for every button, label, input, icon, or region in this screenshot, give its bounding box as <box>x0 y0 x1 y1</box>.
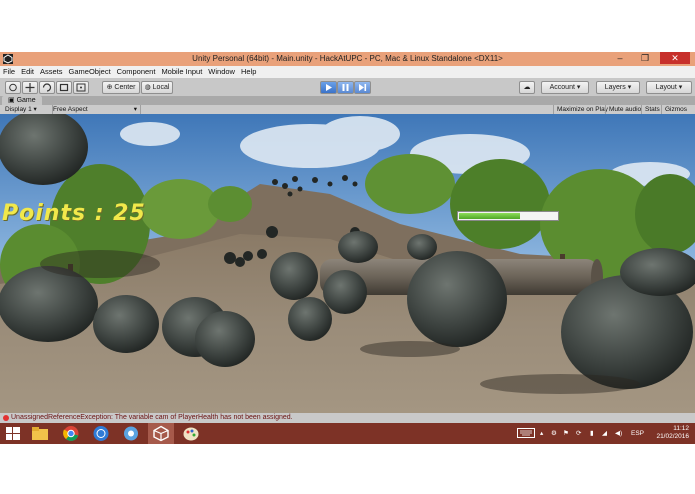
health-bar <box>457 211 559 221</box>
menu-edit[interactable]: Edit <box>18 66 37 78</box>
aspect-dropdown[interactable]: Free Aspect ▾ <box>50 105 141 114</box>
play-icon <box>326 84 332 91</box>
show-hidden-icons[interactable]: ▴ <box>540 429 543 438</box>
pivot-center-button[interactable]: ⊕ Center <box>102 81 140 94</box>
network-icon[interactable]: ◢ <box>602 429 607 438</box>
unity-window: Unity Personal (64bit) - Main.unity - Ha… <box>0 52 695 444</box>
gizmos-label: Gizmos <box>665 106 688 113</box>
close-button[interactable]: ✕ <box>660 52 690 64</box>
account-dropdown[interactable]: Account ▾ <box>541 81 589 94</box>
panel-tab-bar: ▣ Game <box>0 96 695 105</box>
maximize-button[interactable]: ❐ <box>634 52 656 64</box>
update-tray-icon[interactable]: ⟳ <box>576 429 581 438</box>
chevron-down-icon: ▾ <box>627 84 632 91</box>
hand-tool-button[interactable] <box>5 81 21 94</box>
layers-dropdown[interactable]: Layers ▾ <box>596 81 640 94</box>
globe-icon: ◍ <box>144 84 151 91</box>
pivot-icon: ⊕ <box>106 84 113 91</box>
rotate-tool-button[interactable] <box>39 81 55 94</box>
layers-label: Layers <box>604 84 626 91</box>
unity-icon[interactable] <box>152 425 170 442</box>
aspect-label: Free Aspect <box>53 106 88 113</box>
toolbar: ⊕ Center ◍ Local ☁ Account ▾ Layers ▾ La… <box>0 78 695 97</box>
console-status-bar[interactable]: UnassignedReferenceException: The variab… <box>0 413 695 423</box>
chevron-down-icon: ▾ <box>33 106 37 113</box>
move-icon <box>25 83 35 92</box>
taskbar-clock[interactable]: 11:12 21/02/2016 <box>656 425 689 441</box>
chevron-down-icon: ▾ <box>576 84 581 91</box>
status-message: UnassignedReferenceException: The variab… <box>11 414 293 421</box>
error-icon <box>3 415 9 421</box>
network-app-icon[interactable] <box>92 425 110 442</box>
battery-icon[interactable]: ▮ <box>590 429 594 438</box>
menu-mobile-input[interactable]: Mobile Input <box>158 66 205 78</box>
pivot-center-label: Center <box>114 84 136 91</box>
menu-file[interactable]: File <box>0 66 18 78</box>
language-indicator[interactable]: ESP <box>631 429 644 438</box>
keyboard-icon[interactable] <box>517 428 535 438</box>
chrome-icon[interactable] <box>62 425 80 442</box>
cloud-icon: ☁ <box>523 84 531 91</box>
play-button[interactable] <box>320 81 337 94</box>
windows-start-icon[interactable] <box>4 425 22 442</box>
game-scene <box>0 114 695 413</box>
pause-button[interactable] <box>337 81 354 94</box>
layout-label: Layout <box>655 84 677 91</box>
rect-tool-button[interactable] <box>73 81 89 94</box>
points-counter: Points : 25 <box>2 201 146 226</box>
step-icon <box>359 84 367 91</box>
rotate-icon <box>42 83 52 92</box>
maximize-on-play-toggle[interactable]: Maximize on Play <box>553 105 611 114</box>
clock-date: 21/02/2016 <box>656 433 689 440</box>
scale-icon <box>59 83 69 92</box>
tab-game[interactable]: ▣ Game <box>2 96 42 105</box>
volume-icon[interactable]: ◀) <box>615 429 622 438</box>
display-dropdown[interactable]: Display 1 ▾ <box>2 105 53 114</box>
stats-toggle[interactable]: Stats <box>641 105 663 114</box>
rect-transform-icon <box>76 83 86 92</box>
app-icon[interactable] <box>122 425 140 442</box>
step-button[interactable] <box>354 81 371 94</box>
menu-window[interactable]: Window <box>205 66 238 78</box>
menu-bar: File Edit Assets GameObject Component Mobile … <box>0 66 695 78</box>
file-explorer-icon[interactable] <box>31 425 49 442</box>
window-title: Unity Personal (64bit) - Main.unity - Ha… <box>192 54 503 63</box>
scale-tool-button[interactable] <box>56 81 72 94</box>
chevron-down-icon: ▾ <box>133 106 137 113</box>
layout-dropdown[interactable]: Layout ▾ <box>646 81 692 94</box>
mute-audio-toggle[interactable]: Mute audio <box>605 105 644 114</box>
windows-taskbar: ▴ ⚙ ⚑ ⟳ ▮ ◢ ◀) ESP 11:12 21/02/2016 <box>0 423 695 444</box>
action-center-icon[interactable]: ⚑ <box>563 429 569 438</box>
game-viewport[interactable]: Points : 25 <box>0 114 695 413</box>
pivot-local-button[interactable]: ◍ Local <box>141 81 173 94</box>
menu-help[interactable]: Help <box>238 66 259 78</box>
collab-button[interactable]: ☁ <box>519 81 535 94</box>
title-bar[interactable]: Unity Personal (64bit) - Main.unity - Ha… <box>0 52 695 66</box>
menu-assets[interactable]: Assets <box>37 66 66 78</box>
game-controller-icon: ▣ <box>8 97 15 104</box>
minimize-button[interactable]: – <box>609 52 631 64</box>
pivot-local-label: Local <box>152 84 170 91</box>
hand-icon <box>9 83 17 92</box>
paint-icon[interactable] <box>182 425 200 442</box>
chevron-down-icon: ▾ <box>678 84 683 91</box>
settings-tray-icon[interactable]: ⚙ <box>551 429 557 438</box>
move-tool-button[interactable] <box>22 81 38 94</box>
clock-time: 11:12 <box>673 425 689 432</box>
menu-component[interactable]: Component <box>114 66 159 78</box>
pause-icon <box>342 84 349 91</box>
health-bar-fill <box>459 213 520 219</box>
display-label: Display 1 <box>5 106 32 113</box>
account-label: Account <box>549 84 575 91</box>
menu-gameobject[interactable]: GameObject <box>66 66 114 78</box>
tab-game-label: Game <box>16 97 36 104</box>
